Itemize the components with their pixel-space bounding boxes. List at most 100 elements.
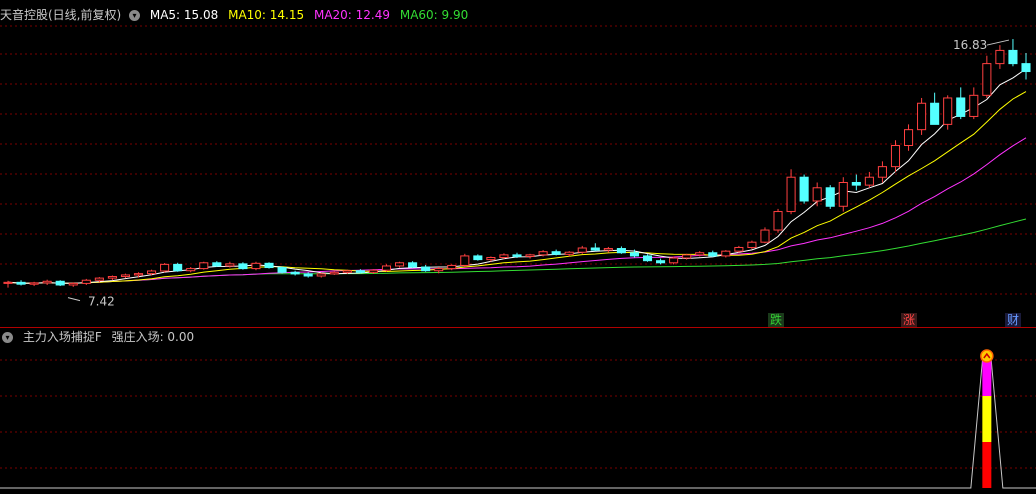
candle-body [173, 263, 183, 272]
candle-body [603, 248, 613, 251]
candle-body [864, 176, 874, 186]
candle-body [551, 251, 561, 255]
candle-body [930, 102, 940, 125]
candle-body [773, 211, 783, 231]
candle-body [838, 181, 848, 207]
candle-body [695, 252, 705, 256]
candle-body [42, 280, 52, 284]
candle-body [238, 263, 248, 270]
candle-body [590, 247, 600, 251]
candle-body [212, 262, 222, 267]
ma5-label: MA5: 15.08 [149, 8, 219, 22]
signal-bar-yellow [982, 396, 992, 442]
candle-body [917, 102, 927, 131]
candle-body [499, 254, 509, 259]
ma10-label: MA10: 14.15 [228, 8, 305, 22]
candle-body [107, 276, 117, 279]
candle-body [199, 262, 209, 270]
candle-body [147, 270, 157, 275]
candle-body [890, 145, 901, 168]
candle-body [329, 271, 339, 275]
candle-body [3, 281, 13, 284]
candle-body [525, 254, 535, 257]
candle-body [120, 274, 131, 278]
ma60-label: MA60: 9.90 [399, 8, 469, 22]
candle-body [564, 251, 574, 255]
badge-cai[interactable]: 财 [1005, 313, 1022, 328]
candle-body [16, 281, 26, 285]
top-strip [0, 0, 1036, 4]
candle-body [434, 268, 444, 272]
candle-body [629, 252, 640, 257]
price-chart: 16.83 7.42 [0, 25, 1036, 309]
signal-bar-magenta [982, 360, 992, 396]
candle-body [447, 264, 457, 270]
candle-body [512, 254, 522, 257]
low-pointer [67, 297, 81, 302]
candle-body [394, 262, 405, 267]
ma20-label: MA20: 12.49 [313, 8, 391, 22]
chevron-down-icon[interactable]: ▾ [2, 332, 13, 343]
candle-body [616, 248, 626, 254]
candle-body [290, 271, 300, 275]
candle-body [81, 279, 91, 284]
candle-body [982, 63, 992, 96]
candle-body [682, 254, 692, 259]
candle-body [747, 241, 757, 248]
candle-body [381, 265, 392, 271]
candle-body [956, 97, 966, 117]
candle-body [577, 247, 587, 253]
candle-body [669, 257, 679, 264]
candle-body [825, 187, 835, 207]
candle-body [760, 229, 770, 243]
main-panel-header: 天音控股(日线,前复权) ▾ MA5: 15.08 MA10: 14.15 MA… [0, 6, 474, 24]
candle-body [94, 277, 104, 281]
high-pointer [986, 39, 1010, 46]
signal-bar-red [982, 442, 992, 488]
candle-body [995, 49, 1005, 65]
candle-body [355, 270, 365, 273]
indicator-chart [0, 349, 1036, 489]
candle-body [903, 129, 914, 147]
candle-body [421, 266, 431, 272]
candle-body [368, 269, 378, 273]
candle-body [708, 252, 718, 257]
candle-body [656, 260, 666, 264]
ma60-line [7, 218, 1027, 284]
candle-body [851, 181, 861, 186]
candle-body [133, 273, 144, 276]
candle-body [277, 267, 287, 273]
candle-body [186, 268, 196, 272]
candle-body [877, 166, 887, 178]
candle-body [68, 282, 78, 286]
sub-panel-header: ▾ 主力入场捕捉F 强庄入场: 0.00 [0, 328, 200, 346]
chevron-down-icon[interactable]: ▾ [129, 10, 141, 21]
candle-body [251, 262, 261, 270]
candle-body [225, 263, 235, 267]
candle-body [460, 255, 470, 266]
candle-body [642, 255, 653, 262]
sub-panel-value: 强庄入场: 0.00 [111, 330, 195, 344]
candle-body [342, 270, 352, 273]
candle-body [812, 187, 822, 202]
candle-body [786, 176, 796, 213]
candle-body [303, 273, 313, 277]
ma5-line [7, 68, 1027, 284]
candle-body [943, 97, 953, 125]
candle-body [1021, 63, 1031, 73]
candle-body [721, 250, 731, 257]
candle-body [29, 282, 39, 285]
sub-panel-title: 主力入场捕捉F [22, 330, 102, 344]
stock-title: 天音控股(日线,前复权) [0, 8, 122, 22]
badge-zhang[interactable]: 涨 [901, 313, 918, 328]
candle-body [734, 246, 744, 252]
candle-body [799, 176, 809, 202]
candle-body [969, 94, 979, 117]
low-price-label: 7.42 [88, 295, 115, 309]
candle-body [1008, 49, 1018, 65]
candle-body [160, 263, 170, 272]
candle-body [55, 280, 65, 286]
badge-die[interactable]: 跌 [768, 313, 785, 328]
signal-marker-icon [980, 349, 994, 363]
candle-body [538, 251, 548, 256]
